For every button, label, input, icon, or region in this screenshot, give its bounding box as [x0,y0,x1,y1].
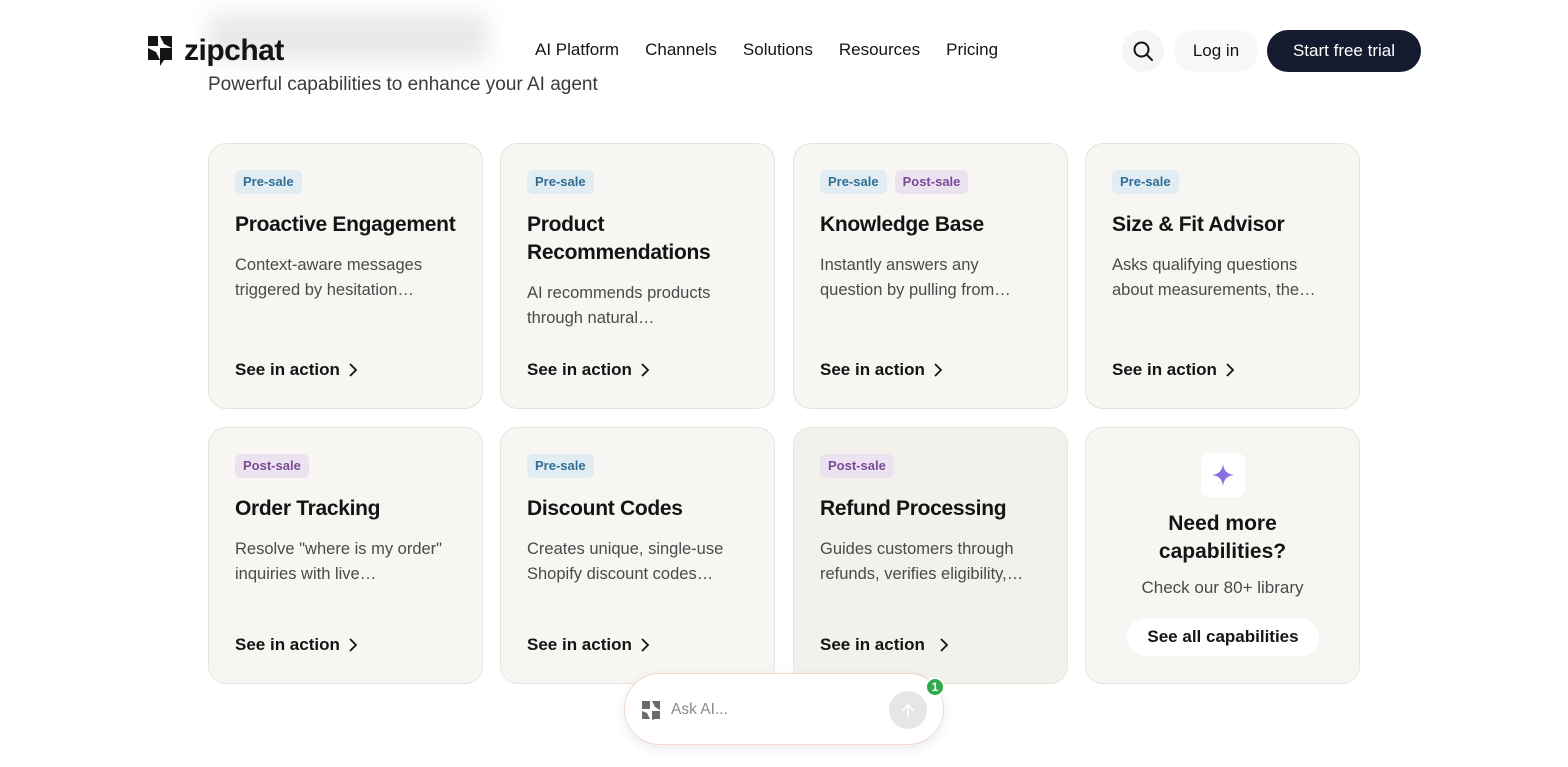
card-tags: Pre-sale [527,454,748,478]
pre-sale-tag: Pre-sale [1112,170,1179,194]
capability-card-proactive-engagement[interactable]: Pre-sale Proactive Engagement Context-aw… [208,143,483,409]
card-description: Context-aware messages triggered by hesi… [235,256,423,299]
nav-item-channels[interactable]: Channels [645,40,717,60]
card-title: Knowledge Base [820,213,984,236]
chevron-right-icon [1226,363,1235,377]
capability-card-knowledge-base[interactable]: Pre-sale Post-sale Knowledge Base Instan… [793,143,1068,409]
need-more-capabilities-card: Need more capabilities? Check our 80+ li… [1085,427,1360,684]
see-in-action-link[interactable]: See in action [820,360,943,380]
send-button[interactable] [889,691,927,729]
chevron-right-icon [934,363,943,377]
card-description: Instantly answers any question by pullin… [820,256,1011,299]
more-capabilities-subtitle: Check our 80+ library [1141,578,1304,597]
ask-ai-bar: 1 [624,673,945,745]
card-description: Asks qualifying questions about measurem… [1112,256,1316,299]
nav-item-pricing[interactable]: Pricing [946,40,998,60]
pre-sale-tag: Pre-sale [527,454,594,478]
search-icon [1133,41,1153,61]
card-tags: Pre-sale [527,170,748,194]
see-in-action-link[interactable]: See in action [820,635,949,655]
see-all-capabilities-button[interactable]: See all capabilities [1127,618,1319,656]
post-sale-tag: Post-sale [235,454,309,478]
main-nav: AI Platform Channels Solutions Resources… [535,40,998,60]
start-free-trial-button[interactable]: Start free trial [1267,30,1421,72]
cta-label: See in action [235,635,340,654]
header: Powerful capabilities to enhance your AI… [0,0,1568,102]
notification-badge: 1 [925,677,945,697]
chevron-right-icon [940,638,949,652]
logo[interactable]: zipchat [146,34,284,68]
card-tags: Post-sale [235,454,456,478]
zipchat-logo-icon [148,36,172,66]
post-sale-tag: Post-sale [894,170,969,194]
nav-item-resources[interactable]: Resources [839,40,920,60]
see-in-action-link[interactable]: See in action [235,360,358,380]
see-in-action-link[interactable]: See in action [1112,360,1235,380]
see-in-action-link[interactable]: See in action [235,635,358,655]
card-tags: Post-sale [820,454,1041,478]
see-in-action-link[interactable]: See in action [527,635,650,655]
card-description: AI recommends products through natural… [527,284,711,327]
card-title: Discount Codes [527,497,683,520]
section-subtitle: Powerful capabilities to enhance your AI… [208,74,598,95]
card-title: Order Tracking [235,497,381,520]
sparkle-icon [1212,464,1234,486]
chevron-right-icon [349,363,358,377]
ask-ai-input[interactable] [671,698,871,722]
card-tags: Pre-sale Post-sale [820,170,1041,194]
see-in-action-link[interactable]: See in action [527,360,650,380]
card-title: Product Recommendations [527,213,711,264]
zipchat-chat-icon [642,701,660,720]
cta-label: See in action [235,360,340,379]
pre-sale-tag: Pre-sale [820,170,887,194]
pre-sale-tag: Pre-sale [235,170,302,194]
capability-card-refund-processing[interactable]: Post-sale Refund Processing Guides custo… [793,427,1068,684]
nav-item-solutions[interactable]: Solutions [743,40,813,60]
more-title-text: Need more capabilities? [1158,512,1287,563]
chevron-right-icon [641,638,650,652]
card-description: Guides customers through refunds, verifi… [820,540,1024,583]
pre-sale-tag: Pre-sale [527,170,594,194]
card-tags: Pre-sale [235,170,456,194]
capability-card-discount-codes[interactable]: Pre-sale Discount Codes Creates unique, … [500,427,775,684]
more-capabilities-title: Need more capabilities? [1086,510,1359,566]
cta-label: See in action [527,635,632,654]
card-description: Creates unique, single-use Shopify disco… [527,540,724,583]
capability-card-order-tracking[interactable]: Post-sale Order Tracking Resolve "where … [208,427,483,684]
card-title: Proactive Engagement [235,213,456,236]
card-description: Resolve "where is my order" inquiries wi… [235,540,443,583]
cta-label: See in action [820,360,925,379]
sparkle-icon-container [1201,453,1245,497]
cta-label: See in action [527,360,632,379]
chevron-right-icon [641,363,650,377]
capability-card-product-recommendations[interactable]: Pre-sale Product Recommendations AI reco… [500,143,775,409]
cta-label: See in action [1112,360,1217,379]
search-button[interactable] [1122,30,1164,72]
post-sale-tag: Post-sale [820,454,894,478]
nav-item-ai-platform[interactable]: AI Platform [535,40,619,60]
logo-text: zipchat [184,34,284,67]
capability-card-size-fit-advisor[interactable]: Pre-sale Size & Fit Advisor Asks qualify… [1085,143,1360,409]
card-title: Refund Processing [820,497,1007,520]
login-button[interactable]: Log in [1174,30,1258,72]
card-title: Size & Fit Advisor [1112,213,1285,236]
cta-label: See in action [820,635,925,654]
chevron-right-icon [349,638,358,652]
card-tags: Pre-sale [1112,170,1333,194]
arrow-up-icon [902,703,914,717]
